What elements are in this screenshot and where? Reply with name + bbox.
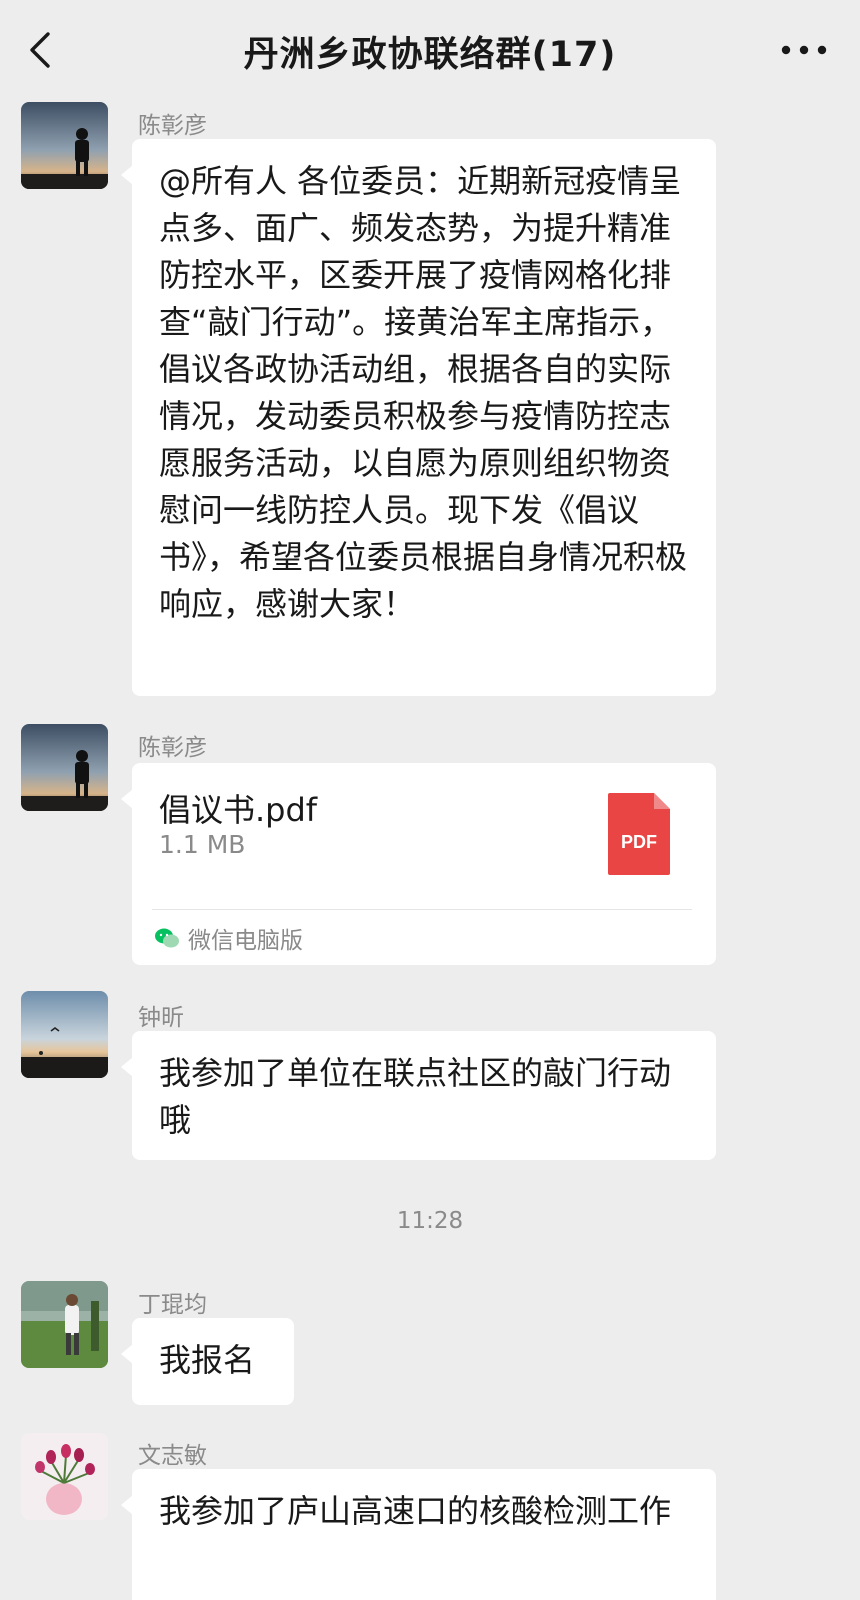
- pdf-icon-label: PDF: [621, 832, 657, 852]
- avatar-silhouette-sunset: [21, 102, 108, 189]
- avatar[interactable]: [21, 1281, 108, 1368]
- message-text: 我报名: [159, 1341, 256, 1379]
- sender-name: 丁琨均: [138, 1292, 207, 1318]
- sender-name: 陈彰彦: [138, 113, 207, 139]
- avatar[interactable]: [21, 102, 108, 189]
- message-bubble[interactable]: @所有人 各位委员：近期新冠疫情呈点多、面广、频发态势，为提升精准防控水平，区委…: [121, 139, 716, 696]
- chat-title: 丹洲乡政协联络群(17): [243, 35, 617, 75]
- avatar[interactable]: [21, 1433, 108, 1520]
- avatar-silhouette-sunset: [21, 724, 108, 811]
- pdf-file-icon: PDF: [608, 793, 670, 875]
- file-size: 1.1 MB: [159, 830, 246, 859]
- message-bubble[interactable]: 我报名: [121, 1318, 294, 1405]
- avatar[interactable]: [21, 724, 108, 811]
- file-name: 倡议书.pdf: [159, 791, 318, 829]
- sender-name: 文志敏: [138, 1443, 207, 1469]
- message-text: 我参加了庐山高速口的核酸检测工作: [159, 1492, 672, 1530]
- more-dots-icon: [781, 45, 827, 55]
- file-source: 微信电脑版: [154, 921, 303, 955]
- file-source-label: 微信电脑版: [188, 928, 303, 954]
- top-bar: 丹洲乡政协联络群(17): [0, 0, 860, 100]
- wechat-icon: [155, 928, 179, 948]
- divider: [152, 909, 692, 910]
- avatar-flowers-vase: [21, 1433, 108, 1520]
- sender-name: 陈彰彦: [138, 735, 207, 761]
- avatar-beach-dusk: [21, 991, 108, 1078]
- sender-name: 钟昕: [138, 1005, 184, 1031]
- avatar-golf-course: [21, 1281, 108, 1368]
- message-text: @所有人 各位委员：近期新冠疫情呈点多、面广、频发态势，为提升精准防控水平，区委…: [159, 162, 688, 623]
- more-button[interactable]: [778, 30, 830, 70]
- message-text: 我参加了单位在联点社区的敲门行动哦: [159, 1054, 672, 1139]
- chevron-left-icon: [30, 32, 50, 68]
- back-button[interactable]: [22, 28, 66, 72]
- message-bubble[interactable]: 我参加了单位在联点社区的敲门行动哦: [121, 1031, 716, 1160]
- avatar[interactable]: [21, 991, 108, 1078]
- file-message-card[interactable]: 倡议书.pdf 1.1 MB PDF 微信电脑版: [121, 763, 716, 965]
- message-bubble[interactable]: 我参加了庐山高速口的核酸检测工作: [121, 1469, 716, 1600]
- chat-timestamp: 11:28: [396, 1208, 464, 1234]
